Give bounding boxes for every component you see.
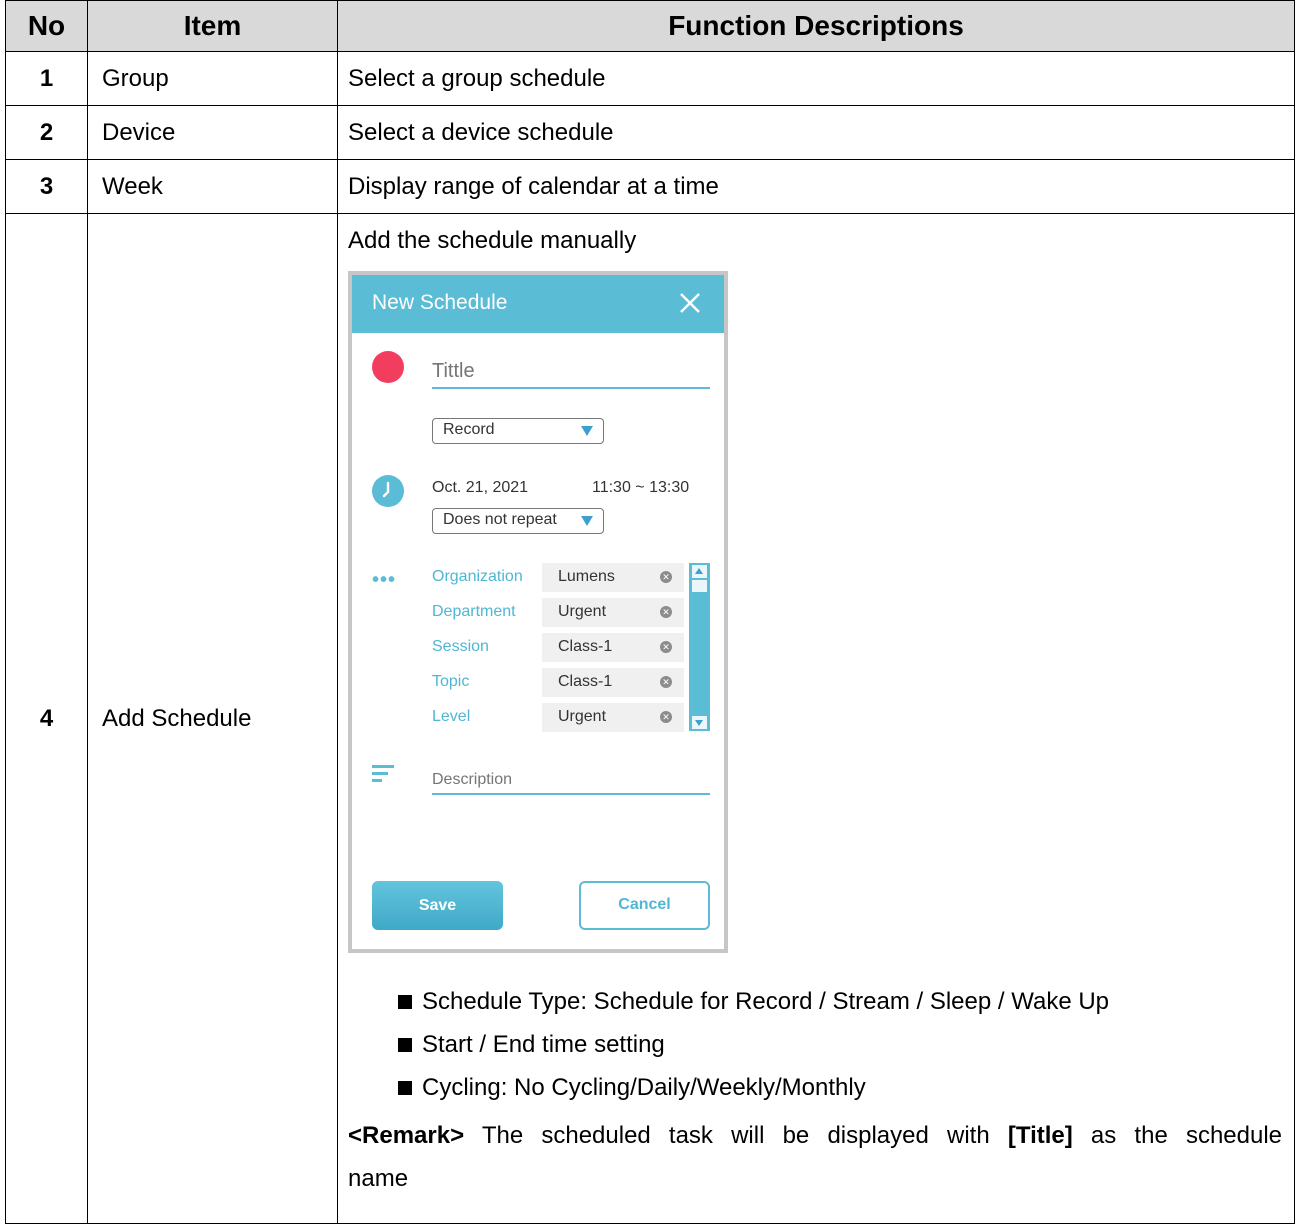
- remove-icon[interactable]: ✕: [660, 676, 672, 688]
- repeat-value: Does not repeat: [443, 511, 557, 528]
- field-label: Department: [432, 603, 516, 620]
- dialog-header: New Schedule: [352, 275, 724, 333]
- row-number: 2: [5, 105, 88, 160]
- scroll-thumb[interactable]: [692, 580, 707, 592]
- row-description: Select a group schedule: [337, 51, 1295, 106]
- remark-line: <Remark> The scheduled task will be disp…: [348, 1114, 1282, 1157]
- row-item: Add Schedule: [87, 213, 338, 1224]
- remark-text-after: as the schedule: [1090, 1122, 1283, 1149]
- row-item: Group: [87, 51, 338, 106]
- row-item: Device: [87, 105, 338, 160]
- remove-icon[interactable]: ✕: [660, 606, 672, 618]
- dropdown-arrow-icon: [581, 426, 593, 436]
- table-row: 2 Device Select a device schedule: [5, 105, 1295, 160]
- list-item: Cycling: No Cycling/Daily/Weekly/Monthly: [398, 1066, 1109, 1109]
- row-description: Display range of calendar at a time: [337, 159, 1295, 214]
- row-description: Select a device schedule: [337, 105, 1295, 160]
- feature-list: Schedule Type: Schedule for Record / Str…: [398, 980, 1109, 1109]
- field-value: Urgent: [558, 708, 607, 725]
- remark-text: The scheduled task will be displayed wit…: [481, 1122, 990, 1149]
- schedule-type-select[interactable]: Record: [432, 418, 604, 444]
- record-dot-icon: [372, 351, 404, 383]
- table-row: 1 Group Select a group schedule: [5, 51, 1295, 106]
- scroll-down-icon[interactable]: [692, 716, 707, 729]
- table-row: 3 Week Display range of calendar at a ti…: [5, 159, 1295, 214]
- repeat-select[interactable]: Does not repeat: [432, 508, 604, 534]
- header-item: Item: [87, 0, 338, 52]
- field-label: Topic: [432, 673, 470, 690]
- clock-icon: [372, 475, 404, 507]
- remark-tag: <Remark>: [348, 1122, 465, 1149]
- dialog-title: New Schedule: [372, 291, 508, 314]
- field-value: Class-1: [558, 673, 613, 690]
- field-chip[interactable]: Urgent ✕: [542, 703, 684, 732]
- header-no: No: [5, 0, 88, 52]
- new-schedule-dialog: New Schedule Record: [348, 271, 728, 953]
- square-bullet-icon: [398, 994, 412, 1009]
- remark-bold: [Title]: [1007, 1122, 1073, 1149]
- remove-icon[interactable]: ✕: [660, 711, 672, 723]
- field-chip[interactable]: Class-1 ✕: [542, 633, 684, 662]
- add-schedule-intro: Add the schedule manually: [348, 227, 637, 254]
- square-bullet-icon: [398, 1037, 412, 1052]
- row-number: 3: [5, 159, 88, 214]
- list-item-text: Cycling: No Cycling/Daily/Weekly/Monthly: [422, 1073, 866, 1101]
- field-chip[interactable]: Class-1 ✕: [542, 668, 684, 697]
- field-value: Lumens: [558, 568, 615, 585]
- list-item: Schedule Type: Schedule for Record / Str…: [398, 980, 1109, 1023]
- function-table: No Item Function Descriptions 1 Group Se…: [5, 0, 1295, 1224]
- more-icon: •••: [372, 569, 397, 591]
- scroll-up-icon[interactable]: [692, 565, 707, 578]
- title-input[interactable]: [432, 355, 710, 389]
- table-row: 4 Add Schedule Add the schedule manually…: [5, 213, 1295, 1224]
- field-chip[interactable]: Lumens ✕: [542, 563, 684, 592]
- schedule-time[interactable]: 11:30 ~ 13:30: [592, 479, 689, 497]
- field-value: Class-1: [558, 638, 613, 655]
- schedule-type-value: Record: [443, 421, 495, 438]
- cancel-button[interactable]: Cancel: [579, 881, 710, 930]
- row-number: 4: [5, 213, 88, 1224]
- dialog-body: Record Oct. 21, 2021 11:30 ~ 13:30 Does …: [352, 333, 724, 953]
- dropdown-arrow-icon: [581, 516, 593, 526]
- schedule-date[interactable]: Oct. 21, 2021: [432, 479, 528, 497]
- remark-last-line: name: [348, 1165, 409, 1192]
- list-item-text: Schedule Type: Schedule for Record / Str…: [422, 987, 1110, 1015]
- close-icon[interactable]: [678, 291, 702, 315]
- description-icon: [372, 765, 394, 786]
- remove-icon[interactable]: ✕: [660, 571, 672, 583]
- field-label: Session: [432, 638, 489, 655]
- fields-scrollbar[interactable]: [689, 563, 710, 731]
- row-number: 1: [5, 51, 88, 106]
- header-function-descriptions: Function Descriptions: [337, 0, 1295, 52]
- field-label: Organization: [432, 568, 523, 585]
- description-input[interactable]: [432, 767, 710, 795]
- square-bullet-icon: [398, 1080, 412, 1095]
- save-button[interactable]: Save: [372, 881, 503, 930]
- list-item-text: Start / End time setting: [422, 1030, 665, 1058]
- row-item: Week: [87, 159, 338, 214]
- field-label: Level: [432, 708, 471, 725]
- remove-icon[interactable]: ✕: [660, 641, 672, 653]
- list-item: Start / End time setting: [398, 1023, 1109, 1066]
- table-header-row: No Item Function Descriptions: [5, 0, 1295, 52]
- field-chip[interactable]: Urgent ✕: [542, 598, 684, 627]
- remark-note: <Remark> The scheduled task will be disp…: [348, 1114, 1282, 1200]
- row-description-add-schedule: Add the schedule manually New Schedule R…: [337, 213, 1295, 1224]
- field-value: Urgent: [558, 603, 607, 620]
